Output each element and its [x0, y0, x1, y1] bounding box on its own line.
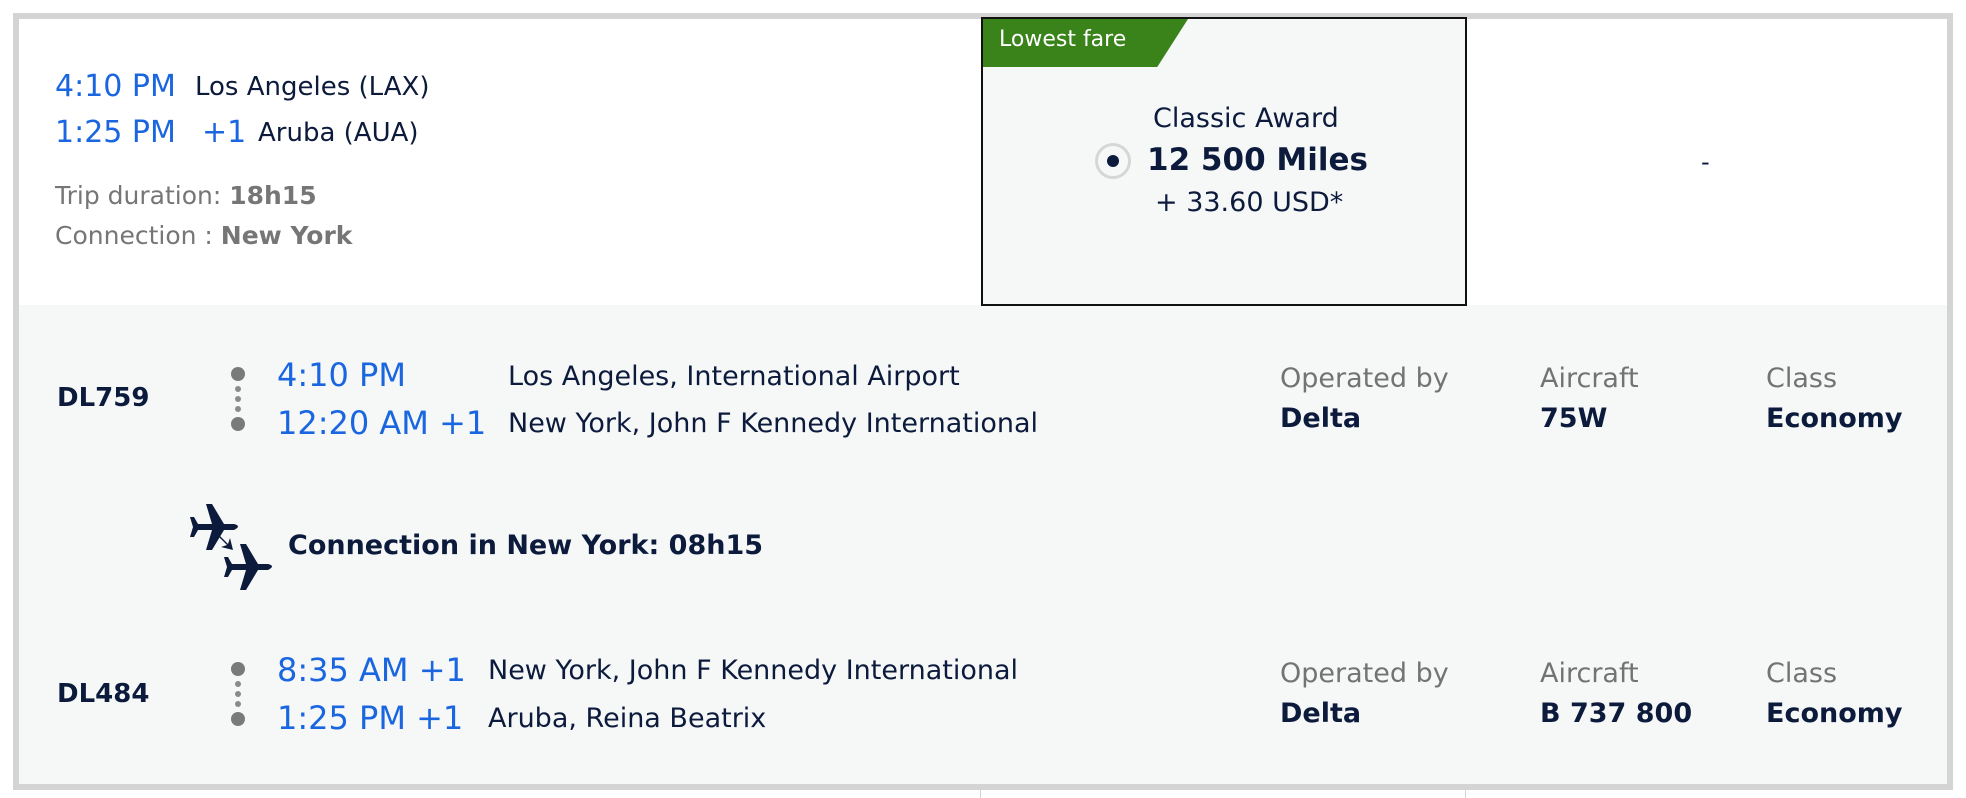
- summary-arrival-time: 1:25 PM: [55, 115, 176, 150]
- aircraft-value: B 737 800: [1540, 698, 1693, 729]
- segment-arrival-airport: Aruba, Reina Beatrix: [488, 703, 767, 734]
- operated-by-label: Operated by: [1280, 658, 1449, 689]
- class-label: Class: [1766, 658, 1838, 689]
- segment-arrival-airport: New York, John F Kennedy International: [508, 408, 1039, 439]
- aircraft-value: 75W: [1540, 403, 1608, 434]
- connection-value: New York: [220, 221, 353, 250]
- summary-arrival-day-offset: +1: [202, 115, 247, 150]
- fare-radio-button[interactable]: [1095, 143, 1131, 179]
- segment-arrival-time: 12:20 AM +1: [277, 404, 487, 442]
- segment-timeline: [228, 662, 248, 728]
- segment-timeline: [228, 367, 248, 433]
- connection-text: Connection in New York: 08h15: [288, 530, 764, 561]
- segment-departure-time: 8:35 AM +1: [277, 651, 466, 689]
- operated-by-label: Operated by: [1280, 363, 1449, 394]
- other-fare-unavailable: -: [1701, 148, 1710, 176]
- flight-number: DL484: [57, 679, 150, 709]
- summary-departure-city: Los Angeles (LAX): [195, 72, 430, 102]
- segment-departure-airport: Los Angeles, International Airport: [508, 361, 960, 392]
- summary-arrival-city: Aruba (AUA): [258, 118, 419, 148]
- fare-taxes: + 33.60 USD*: [1155, 187, 1344, 218]
- fare-option-classic-award[interactable]: Lowest fare Classic Award 12 500 Miles +…: [981, 17, 1467, 306]
- lowest-fare-badge-label: Lowest fare: [999, 27, 1127, 52]
- trip-duration-value: 18h15: [229, 181, 317, 210]
- fare-class-name: Classic Award: [1153, 103, 1339, 134]
- segment-departure-time: 4:10 PM: [277, 356, 406, 394]
- aircraft-label: Aircraft: [1540, 363, 1639, 394]
- connection-label: Connection :: [55, 221, 213, 250]
- operated-by-value: Delta: [1280, 403, 1362, 434]
- lowest-fare-badge: Lowest fare: [983, 19, 1188, 67]
- trip-duration: Trip duration: 18h15: [55, 181, 317, 210]
- connection-summary: Connection : New York: [55, 221, 352, 250]
- connecting-flights-icon: [190, 504, 272, 590]
- fare-miles: 12 500 Miles: [1147, 142, 1369, 178]
- class-value: Economy: [1766, 403, 1903, 434]
- summary-departure-time: 4:10 PM: [55, 69, 176, 104]
- column-divider: [1465, 790, 1466, 798]
- aircraft-label: Aircraft: [1540, 658, 1639, 689]
- trip-duration-label: Trip duration:: [55, 181, 222, 210]
- class-label: Class: [1766, 363, 1838, 394]
- segment-departure-airport: New York, John F Kennedy International: [488, 655, 1019, 686]
- flight-number: DL759: [57, 383, 150, 413]
- operated-by-value: Delta: [1280, 698, 1362, 729]
- class-value: Economy: [1766, 698, 1903, 729]
- segment-arrival-time: 1:25 PM +1: [277, 699, 464, 737]
- column-divider: [980, 790, 981, 798]
